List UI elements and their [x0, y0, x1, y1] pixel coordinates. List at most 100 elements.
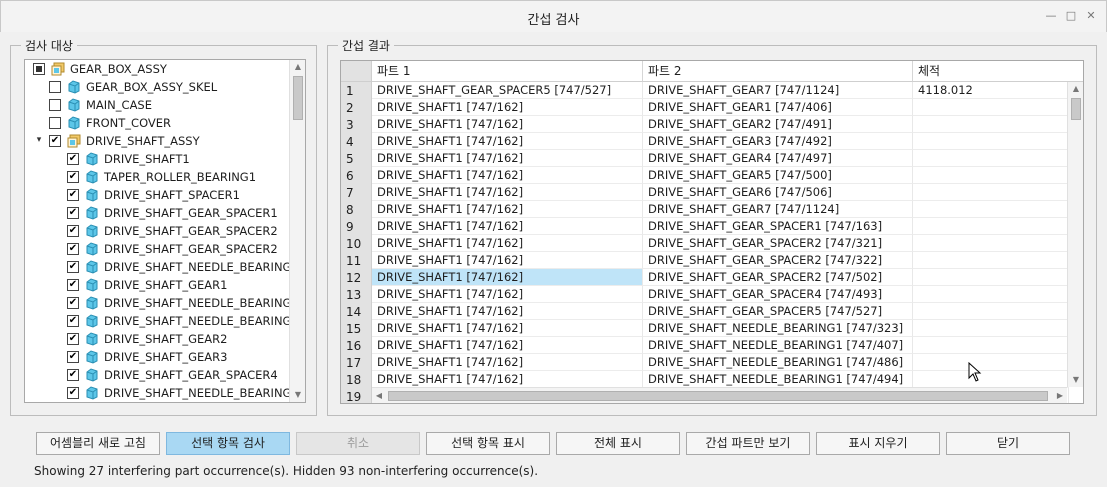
tree-checkbox[interactable]: [49, 117, 61, 129]
refresh-assembly-button[interactable]: 어셈블리 새로 고침: [36, 432, 160, 455]
table-cell-volume[interactable]: [913, 286, 1069, 303]
table-row[interactable]: 3 DRIVE_SHAFT1 [747/162] DRIVE_SHAFT_GEAR2…: [341, 116, 1069, 133]
table-row[interactable]: 18 DRIVE_SHAFT1 [747/162] DRIVE_SHAFT_NEED…: [341, 371, 1069, 388]
row-number[interactable]: 1: [346, 84, 354, 98]
show-interfering-only-button[interactable]: 간섭 파트만 보기: [686, 432, 810, 455]
row-number[interactable]: 14: [346, 305, 361, 319]
table-cell-volume[interactable]: [913, 337, 1069, 354]
table-cell-volume[interactable]: [913, 371, 1069, 388]
table-row[interactable]: 17 DRIVE_SHAFT1 [747/162] DRIVE_SHAFT_NEED…: [341, 354, 1069, 371]
tree-item[interactable]: ✔ DRIVE_SHAFT_GEAR1: [25, 276, 289, 294]
row-number[interactable]: 4: [346, 135, 354, 149]
table-cell-part2[interactable]: DRIVE_SHAFT_GEAR7 [747/1124]: [643, 201, 913, 218]
tree-checkbox[interactable]: ✔: [67, 297, 79, 309]
table-row[interactable]: 14 DRIVE_SHAFT1 [747/162] DRIVE_SHAFT_GEAR…: [341, 303, 1069, 320]
table-row[interactable]: 13 DRIVE_SHAFT1 [747/162] DRIVE_SHAFT_GEAR…: [341, 286, 1069, 303]
table-cell-part2[interactable]: DRIVE_SHAFT_GEAR5 [747/500]: [643, 167, 913, 184]
table-cell-part2[interactable]: DRIVE_SHAFT_GEAR_SPACER2 [747/321]: [643, 235, 913, 252]
row-number[interactable]: 18: [346, 373, 361, 387]
table-cell-part1[interactable]: DRIVE_SHAFT1 [747/162]: [372, 116, 643, 133]
table-cell-part2[interactable]: DRIVE_SHAFT_GEAR4 [747/497]: [643, 150, 913, 167]
row-number[interactable]: 11: [346, 254, 361, 268]
table-cell-part1[interactable]: DRIVE_SHAFT1 [747/162]: [372, 371, 643, 388]
tree-checkbox[interactable]: [49, 81, 61, 93]
tree-checkbox[interactable]: ✔: [67, 279, 79, 291]
scroll-thumb[interactable]: [388, 391, 1048, 401]
table-row[interactable]: 6 DRIVE_SHAFT1 [747/162] DRIVE_SHAFT_GEAR5…: [341, 167, 1069, 184]
table-cell-volume[interactable]: [913, 269, 1069, 286]
row-number[interactable]: 8: [346, 203, 354, 217]
show-selected-button[interactable]: 선택 항목 표시: [426, 432, 550, 455]
cancel-button[interactable]: 취소: [296, 432, 420, 455]
tree-item[interactable]: ✔ DRIVE_SHAFT_NEEDLE_BEARING1: [25, 258, 299, 276]
table-cell-part2[interactable]: DRIVE_SHAFT_NEEDLE_BEARING1 [747/407]: [643, 337, 913, 354]
table-cell-part1[interactable]: DRIVE_SHAFT1 [747/162]: [372, 354, 643, 371]
tree-checkbox[interactable]: ✔: [67, 171, 79, 183]
tree-item[interactable]: ✔ DRIVE_SHAFT_GEAR2: [25, 330, 289, 348]
row-number[interactable]: 13: [346, 288, 361, 302]
table-cell-part1[interactable]: DRIVE_SHAFT1 [747/162]: [372, 337, 643, 354]
table-cell-volume[interactable]: [913, 252, 1069, 269]
tree-item[interactable]: ▾ ✔ DRIVE_SHAFT_ASSY: [25, 132, 289, 150]
table-cell-part2[interactable]: DRIVE_SHAFT_GEAR_SPACER5 [747/527]: [643, 303, 913, 320]
scroll-thumb[interactable]: [293, 76, 303, 120]
table-row[interactable]: 2 DRIVE_SHAFT1 [747/162] DRIVE_SHAFT_GEAR1…: [341, 99, 1069, 116]
tree-item[interactable]: ✔ DRIVE_SHAFT_GEAR_SPACER4: [25, 366, 289, 384]
column-header-part2[interactable]: 파트 2: [643, 61, 913, 82]
tree-checkbox[interactable]: ✔: [67, 315, 79, 327]
table-row[interactable]: 4 DRIVE_SHAFT1 [747/162] DRIVE_SHAFT_GEAR3…: [341, 133, 1069, 150]
table-cell-volume[interactable]: [913, 218, 1069, 235]
table-row[interactable]: 9 DRIVE_SHAFT1 [747/162] DRIVE_SHAFT_GEAR_…: [341, 218, 1069, 235]
minimize-icon[interactable]: —: [1044, 9, 1058, 23]
check-selected-button[interactable]: 선택 항목 검사: [166, 432, 290, 455]
scroll-left-icon[interactable]: ◀: [372, 388, 386, 403]
table-cell-volume[interactable]: [913, 320, 1069, 337]
expand-arrow-icon[interactable]: ▾: [33, 134, 45, 146]
table-cell-part2[interactable]: DRIVE_SHAFT_GEAR_SPACER2 [747/322]: [643, 252, 913, 269]
row-number[interactable]: 19: [346, 390, 361, 403]
table-cell-volume[interactable]: [913, 303, 1069, 320]
tree-item[interactable]: ✔ DRIVE_SHAFT1: [25, 150, 289, 168]
scroll-right-icon[interactable]: ▶: [1053, 388, 1067, 403]
table-cell-part2[interactable]: DRIVE_SHAFT_GEAR3 [747/492]: [643, 133, 913, 150]
tree-item[interactable]: ✔ DRIVE_SHAFT_NEEDLE_BEARING1: [25, 312, 299, 330]
close-button[interactable]: 닫기: [946, 432, 1070, 455]
results-table[interactable]: 파트 1 파트 2 체적 1 DRIVE_SHAFT_GEAR_SPACER5 […: [340, 60, 1084, 404]
scroll-down-icon[interactable]: ▼: [290, 388, 305, 402]
table-cell-volume[interactable]: [913, 201, 1069, 218]
show-all-button[interactable]: 전체 표시: [556, 432, 680, 455]
table-cell-volume[interactable]: [913, 150, 1069, 167]
table-cell-volume[interactable]: [913, 184, 1069, 201]
tree-checkbox[interactable]: ✔: [67, 207, 79, 219]
table-row[interactable]: 8 DRIVE_SHAFT1 [747/162] DRIVE_SHAFT_GEAR7…: [341, 201, 1069, 218]
table-cell-part2[interactable]: DRIVE_SHAFT_GEAR_SPACER1 [747/163]: [643, 218, 913, 235]
table-cell-volume[interactable]: [913, 99, 1069, 116]
table-row[interactable]: 10 DRIVE_SHAFT1 [747/162] DRIVE_SHAFT_GEAR…: [341, 235, 1069, 252]
table-row[interactable]: 7 DRIVE_SHAFT1 [747/162] DRIVE_SHAFT_GEAR6…: [341, 184, 1069, 201]
table-cell-part2[interactable]: DRIVE_SHAFT_GEAR2 [747/491]: [643, 116, 913, 133]
tree-checkbox[interactable]: ✔: [67, 351, 79, 363]
table-cell-volume[interactable]: 4118.012: [913, 82, 1069, 99]
tree-checkbox[interactable]: [33, 63, 45, 75]
tree-item[interactable]: ✔ DRIVE_SHAFT_NEEDLE_BEARING1: [25, 384, 299, 402]
table-cell-part1[interactable]: DRIVE_SHAFT1 [747/162]: [372, 184, 643, 201]
scroll-down-icon[interactable]: ▼: [1068, 373, 1083, 387]
row-number[interactable]: 12: [346, 271, 361, 285]
table-cell-part1[interactable]: DRIVE_SHAFT1 [747/162]: [372, 269, 643, 286]
table-cell-volume[interactable]: [913, 116, 1069, 133]
tree-item[interactable]: ✔ DRIVE_SHAFT_NEEDLE_BEARING1: [25, 294, 299, 312]
row-number[interactable]: 7: [346, 186, 354, 200]
table-cell-volume[interactable]: [913, 235, 1069, 252]
table-cell-part1[interactable]: DRIVE_SHAFT1 [747/162]: [372, 218, 643, 235]
table-cell-part1[interactable]: DRIVE_SHAFT1 [747/162]: [372, 235, 643, 252]
table-cell-part1[interactable]: DRIVE_SHAFT1 [747/162]: [372, 150, 643, 167]
table-cell-part1[interactable]: DRIVE_SHAFT1 [747/162]: [372, 167, 643, 184]
table-cell-part2[interactable]: DRIVE_SHAFT_NEEDLE_BEARING1 [747/486]: [643, 354, 913, 371]
close-icon[interactable]: ✕: [1084, 9, 1098, 23]
table-cell-part2[interactable]: DRIVE_SHAFT_GEAR7 [747/1124]: [643, 82, 913, 99]
table-cell-part2[interactable]: DRIVE_SHAFT_GEAR_SPACER4 [747/493]: [643, 286, 913, 303]
row-number[interactable]: 6: [346, 169, 354, 183]
clear-display-button[interactable]: 표시 지우기: [816, 432, 940, 455]
table-cell-volume[interactable]: [913, 354, 1069, 371]
maximize-icon[interactable]: □: [1064, 9, 1078, 23]
